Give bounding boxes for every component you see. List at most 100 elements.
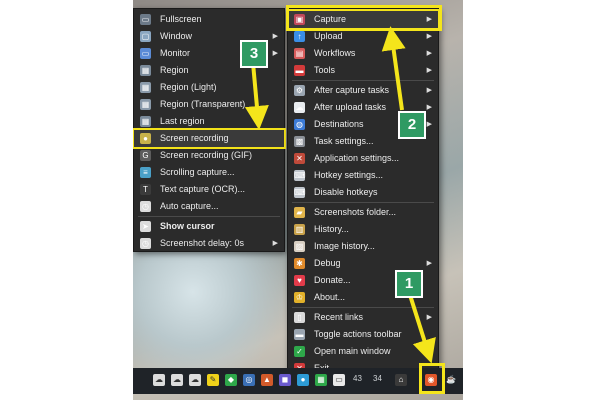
chevron-right-icon: ▶ <box>426 121 432 128</box>
menu-item-label: After upload tasks <box>314 102 387 112</box>
app-icon[interactable]: ⌂ <box>395 374 407 386</box>
cloud-icon: ☁ <box>294 102 305 113</box>
chevron-right-icon: ▶ <box>426 260 432 267</box>
gear-icon: ⚙ <box>294 85 305 96</box>
sticky-note-icon[interactable]: ✎ <box>207 374 219 386</box>
steam-icon[interactable]: ◎ <box>243 374 255 386</box>
menu-item-label: Task settings... <box>314 136 374 146</box>
menu-item-label: Screenshots folder... <box>314 207 397 217</box>
chevron-right-icon: ▶ <box>426 87 432 94</box>
app-icon[interactable]: ▦ <box>315 374 327 386</box>
menu-item-show-cursor[interactable]: ➤ Show cursor <box>134 218 284 235</box>
clock-icon: ◷ <box>140 238 151 249</box>
app-icon[interactable]: ◼ <box>279 374 291 386</box>
tray-context-menu: ▣ Capture ▶ ↑ Upload ▶ ▤ Workflows ▶ ▬ Tools ▶ ⚙ Afte… <box>286 8 440 376</box>
menu-item-label: Image history... <box>314 241 375 251</box>
heart-icon: ♥ <box>294 275 305 286</box>
menu-item-label: Monitor <box>160 48 191 58</box>
chevron-right-icon: ▶ <box>272 33 278 40</box>
menu-item-screenshots-folder[interactable]: ▰ Screenshots folder... <box>288 204 438 221</box>
menu-item-screenshot-delay-0s[interactable]: ◷ Screenshot delay: 0s ▶ <box>134 235 284 252</box>
menu-item-label: Open main window <box>314 346 391 356</box>
cloud-icon[interactable]: ☁ <box>171 374 183 386</box>
toolbar-icon: ▬ <box>294 329 305 340</box>
menu-item-after-capture-tasks[interactable]: ⚙ After capture tasks ▶ <box>288 82 438 99</box>
app-icon[interactable]: ◆ <box>225 374 237 386</box>
menu-item-label: Last region <box>160 116 205 126</box>
camera-icon: ● <box>140 133 151 144</box>
check-icon: ✓ <box>294 346 305 357</box>
menu-item-last-region[interactable]: ▦ Last region <box>134 113 284 130</box>
crown-icon: ♔ <box>294 292 305 303</box>
text-icon: T <box>140 184 151 195</box>
menu-item-label: Hotkey settings... <box>314 170 384 180</box>
menu-separator <box>292 307 434 308</box>
menu-item-label: Toggle actions toolbar <box>314 329 402 339</box>
menu-item-workflows[interactable]: ▤ Workflows ▶ <box>288 45 438 62</box>
menu-item-hotkey-settings[interactable]: ⌨ Hotkey settings... <box>288 167 438 184</box>
window-icon: ▢ <box>140 31 151 42</box>
menu-item-label: Region (Transparent) <box>160 99 246 109</box>
menu-item-label: Auto capture... <box>160 201 219 211</box>
region-icon: ▦ <box>140 82 151 93</box>
menu-item-label: Window <box>160 31 193 41</box>
menu-separator <box>138 216 280 217</box>
menu-item-screen-recording-gif[interactable]: G Screen recording (GIF) <box>134 147 284 164</box>
menu-item-label: Recent links <box>314 312 364 322</box>
tray-number: 34 <box>373 374 382 383</box>
step-badge-1: 1 <box>395 270 423 298</box>
menu-item-label: Destinations <box>314 119 364 129</box>
menu-item-label: Workflows <box>314 48 356 58</box>
chevron-right-icon: ▶ <box>426 67 432 74</box>
region-icon: ▦ <box>140 99 151 110</box>
gif-icon: G <box>140 150 151 161</box>
menu-item-application-settings[interactable]: ✕ Application settings... <box>288 150 438 167</box>
background-blur <box>133 240 283 370</box>
menu-item-disable-hotkeys[interactable]: ⌨ Disable hotkeys <box>288 184 438 201</box>
cloud-icon[interactable]: ☁ <box>153 374 165 386</box>
settings-icon: ▩ <box>294 136 305 147</box>
menu-item-label: Debug <box>314 258 341 268</box>
menu-item-image-history[interactable]: ▨ Image history... <box>288 238 438 255</box>
tray-number: 43 <box>353 374 362 383</box>
menu-item-label: Disable hotkeys <box>314 187 378 197</box>
monitor-icon: ▭ <box>140 14 151 25</box>
menu-item-label: Scrolling capture... <box>160 167 235 177</box>
menu-item-label: Screen recording <box>160 133 229 143</box>
menu-item-tools[interactable]: ▬ Tools ▶ <box>288 62 438 79</box>
app-icon[interactable]: ▭ <box>333 374 345 386</box>
menu-item-label: About... <box>314 292 346 302</box>
cup-icon[interactable]: ☕ <box>445 374 457 386</box>
chevron-right-icon: ▶ <box>426 50 432 57</box>
menu-item-label: Screen recording (GIF) <box>160 150 253 160</box>
menu-item-open-main-window[interactable]: ✓ Open main window <box>288 343 438 360</box>
app-icon[interactable]: ● <box>297 374 309 386</box>
bug-icon: ✱ <box>294 258 305 269</box>
cloud-icon[interactable]: ☁ <box>189 374 201 386</box>
menu-item-fullscreen[interactable]: ▭ Fullscreen <box>134 11 284 28</box>
chevron-right-icon: ▶ <box>272 240 278 247</box>
workflows-icon: ▤ <box>294 48 305 59</box>
chevron-right-icon: ▶ <box>272 50 278 57</box>
step-badge-3: 3 <box>240 40 268 68</box>
chevron-right-icon: ▶ <box>426 104 432 111</box>
menu-item-auto-capture[interactable]: ◷ Auto capture... <box>134 198 284 215</box>
menu-item-label: Region <box>160 65 189 75</box>
image-icon: ▨ <box>294 241 305 252</box>
menu-item-recent-links[interactable]: ▯ Recent links ▶ <box>288 309 438 326</box>
menu-item-scrolling-capture[interactable]: ≡ Scrolling capture... <box>134 164 284 181</box>
menu-item-region-transparent[interactable]: ▦ Region (Transparent) <box>134 96 284 113</box>
menu-item-label: Screenshot delay: 0s <box>160 238 245 248</box>
menu-item-label: After capture tasks <box>314 85 390 95</box>
monitor-icon: ▭ <box>140 48 151 59</box>
scroll-icon: ≡ <box>140 167 151 178</box>
menu-item-text-capture-ocr[interactable]: T Text capture (OCR)... <box>134 181 284 198</box>
menu-item-screen-recording[interactable]: ● Screen recording <box>133 128 286 149</box>
menu-item-history[interactable]: ▥ History... <box>288 221 438 238</box>
history-icon: ▥ <box>294 224 305 235</box>
menu-item-label: Application settings... <box>314 153 400 163</box>
menu-item-toggle-actions-toolbar[interactable]: ▬ Toggle actions toolbar <box>288 326 438 343</box>
globe-icon: ◍ <box>294 119 305 130</box>
app-icon[interactable]: ▲ <box>261 374 273 386</box>
menu-item-region-light[interactable]: ▦ Region (Light) <box>134 79 284 96</box>
